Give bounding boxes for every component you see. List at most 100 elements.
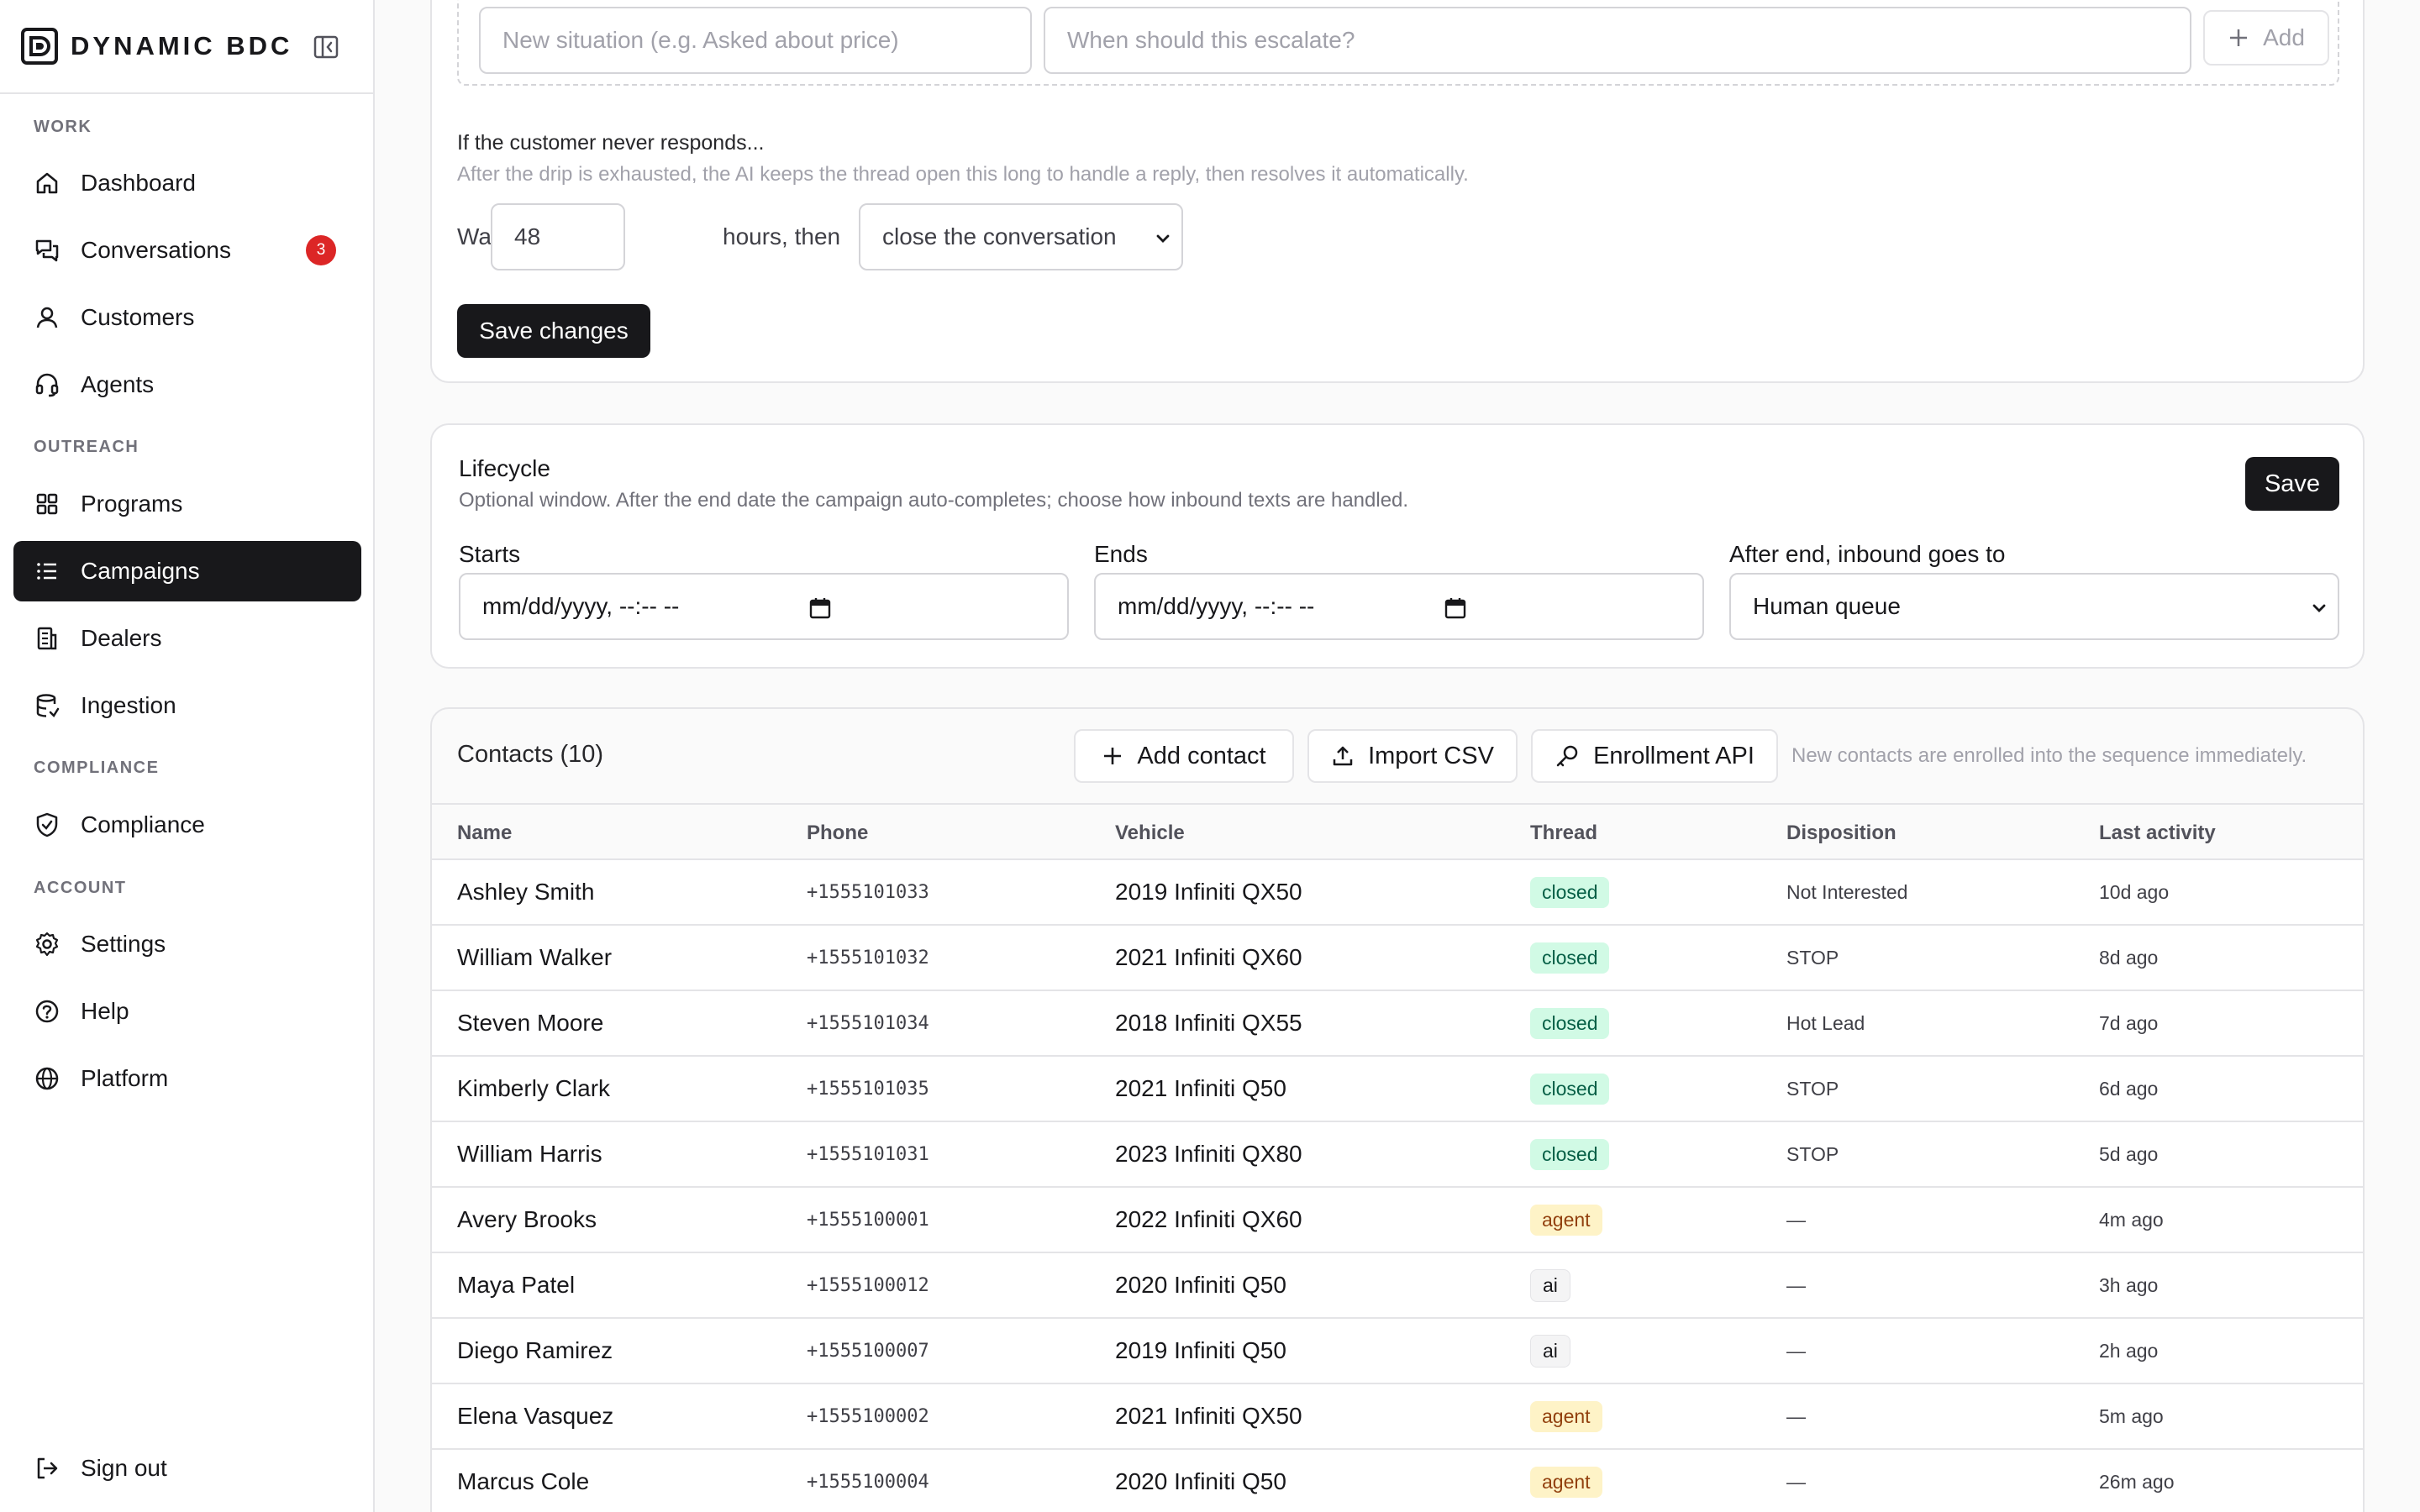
home-icon bbox=[36, 172, 58, 194]
table-row[interactable]: Marcus Cole +1555100004 2020 Infiniti Q5… bbox=[432, 1448, 2363, 1512]
sidebar-item-customers[interactable]: Customers bbox=[13, 287, 361, 348]
collapse-sidebar-icon[interactable] bbox=[313, 34, 339, 60]
col-header-last-activity[interactable]: Last activity bbox=[2099, 822, 2216, 845]
sign-out-label: Sign out bbox=[81, 1455, 167, 1481]
add-contact-button[interactable]: Add contact bbox=[1074, 729, 1294, 783]
brand[interactable]: DYNAMIC BDC bbox=[20, 25, 292, 67]
contact-vehicle: 2021 Infiniti Q50 bbox=[1115, 1075, 1286, 1101]
table-row[interactable]: William Walker +1555101032 2021 Infiniti… bbox=[432, 924, 2363, 990]
sidebar-item-label: Conversations bbox=[81, 237, 231, 263]
sidebar-item-dealers[interactable]: Dealers bbox=[13, 608, 361, 669]
no-response-title: If the customer never responds... bbox=[457, 131, 765, 155]
contact-name[interactable]: William Walker bbox=[457, 926, 612, 990]
nav-section-compliance: COMPLIANCE bbox=[34, 759, 160, 777]
contact-last-activity: 6d ago bbox=[2099, 1077, 2159, 1100]
situation-input[interactable]: New situation (e.g. Asked about price) bbox=[479, 7, 1032, 74]
after-end-label: After end, inbound goes to bbox=[1729, 541, 2006, 567]
contact-disposition: Hot Lead bbox=[1786, 1011, 1865, 1034]
contact-name[interactable]: William Harris bbox=[457, 1122, 602, 1186]
sidebar-item-settings[interactable]: Settings bbox=[13, 914, 361, 974]
list-icon bbox=[37, 563, 56, 580]
calendar-icon[interactable] bbox=[1444, 596, 1467, 620]
sidebar-item-campaigns[interactable]: Campaigns bbox=[13, 541, 361, 601]
sidebar-item-label: Programs bbox=[81, 491, 183, 517]
contact-phone: +1555101034 bbox=[807, 1012, 929, 1034]
col-header-vehicle[interactable]: Vehicle bbox=[1115, 822, 1185, 845]
contact-vehicle: 2021 Infiniti QX60 bbox=[1115, 944, 1302, 970]
contact-name[interactable]: Ashley Smith bbox=[457, 860, 594, 924]
sidebar-item-compliance[interactable]: Compliance bbox=[13, 795, 361, 855]
nav-section-work: WORK bbox=[34, 118, 92, 136]
col-header-phone[interactable]: Phone bbox=[807, 822, 868, 845]
sidebar-item-platform[interactable]: Platform bbox=[13, 1048, 361, 1109]
sidebar-item-programs[interactable]: Programs bbox=[13, 474, 361, 534]
contact-name[interactable]: Marcus Cole bbox=[457, 1450, 589, 1512]
main-content: New situation (e.g. Asked about price) W… bbox=[375, 0, 2420, 1512]
table-row[interactable]: Kimberly Clark +1555101035 2021 Infiniti… bbox=[432, 1055, 2363, 1121]
escalate-when-placeholder: When should this escalate? bbox=[1067, 27, 1355, 53]
table-row[interactable]: William Harris +1555101031 2023 Infiniti… bbox=[432, 1121, 2363, 1186]
table-row[interactable]: Ashley Smith +1555101033 2019 Infiniti Q… bbox=[432, 858, 2363, 924]
sidebar-item-help[interactable]: Help bbox=[13, 981, 361, 1042]
import-csv-button[interactable]: Import CSV bbox=[1307, 729, 1518, 783]
sidebar-item-dashboard[interactable]: Dashboard bbox=[13, 153, 361, 213]
table-row[interactable]: Elena Vasquez +1555100002 2021 Infiniti … bbox=[432, 1383, 2363, 1448]
col-header-name[interactable]: Name bbox=[457, 822, 512, 845]
sidebar-item-label: Agents bbox=[81, 371, 155, 397]
chat-icon bbox=[35, 239, 59, 262]
ends-datetime-input[interactable]: mm/dd/yyyy, --:-- -- bbox=[1094, 573, 1704, 640]
contacts-card: Contacts (10) Add contact Import CSV Enr… bbox=[430, 707, 2365, 1512]
contact-name[interactable]: Elena Vasquez bbox=[457, 1384, 613, 1448]
sidebar-item-agents[interactable]: Agents bbox=[13, 354, 361, 415]
contact-vehicle: 2022 Infiniti QX60 bbox=[1115, 1206, 1302, 1232]
table-row[interactable]: Diego Ramirez +1555100007 2019 Infiniti … bbox=[432, 1317, 2363, 1383]
col-header-disposition[interactable]: Disposition bbox=[1786, 822, 1897, 845]
enrollment-api-button[interactable]: Enrollment API bbox=[1531, 729, 1778, 783]
sidebar-item-conversations[interactable]: Conversations 3 bbox=[13, 220, 361, 281]
contact-disposition: — bbox=[1786, 1273, 1806, 1296]
contact-last-activity: 2h ago bbox=[2099, 1339, 2159, 1362]
contact-phone: +1555101035 bbox=[807, 1078, 929, 1100]
calendar-icon[interactable] bbox=[808, 596, 832, 620]
contact-disposition: Not Interested bbox=[1786, 880, 1908, 903]
sidebar-item-label: Settings bbox=[81, 931, 166, 957]
contact-last-activity: 3h ago bbox=[2099, 1273, 2159, 1296]
contact-vehicle: 2020 Infiniti Q50 bbox=[1115, 1272, 1286, 1298]
contact-last-activity: 10d ago bbox=[2099, 880, 2170, 903]
table-row[interactable]: Steven Moore +1555101034 2018 Infiniti Q… bbox=[432, 990, 2363, 1055]
escalate-when-input[interactable]: When should this escalate? bbox=[1044, 7, 2191, 74]
contact-name[interactable]: Maya Patel bbox=[457, 1253, 575, 1317]
add-rule-button[interactable]: Add bbox=[2203, 10, 2329, 66]
after-end-select[interactable]: Human queue bbox=[1729, 573, 2339, 640]
no-response-action-select[interactable]: close the conversation bbox=[859, 203, 1183, 270]
lifecycle-save-button[interactable]: Save bbox=[2245, 457, 2339, 511]
enrollment-api-label: Enrollment API bbox=[1593, 742, 1754, 769]
contact-name[interactable]: Diego Ramirez bbox=[457, 1319, 613, 1383]
sign-out-button[interactable]: Sign out bbox=[13, 1438, 361, 1499]
contact-phone: +1555100007 bbox=[807, 1340, 929, 1362]
starts-datetime-input[interactable]: mm/dd/yyyy, --:-- -- bbox=[459, 573, 1069, 640]
lifecycle-card: Lifecycle Optional window. After the end… bbox=[430, 423, 2365, 669]
contact-name[interactable]: Kimberly Clark bbox=[457, 1057, 610, 1121]
add-rule-label: Add bbox=[2263, 24, 2305, 50]
wait-hours-input[interactable]: 48 bbox=[491, 203, 625, 270]
save-changes-button[interactable]: Save changes bbox=[457, 304, 650, 358]
no-response-action-value: close the conversation bbox=[882, 223, 1117, 249]
chevron-down-icon bbox=[2312, 604, 2326, 612]
enrollment-note: New contacts are enrolled into the seque… bbox=[1791, 744, 2307, 767]
nav-section-account: ACCOUNT bbox=[34, 879, 127, 897]
table-row[interactable]: Avery Brooks +1555100001 2022 Infiniti Q… bbox=[432, 1186, 2363, 1252]
sidebar-item-ingestion[interactable]: Ingestion bbox=[13, 675, 361, 736]
table-row[interactable]: Maya Patel +1555100012 2020 Infiniti Q50… bbox=[432, 1252, 2363, 1317]
col-header-thread[interactable]: Thread bbox=[1530, 822, 1597, 845]
contact-disposition: — bbox=[1786, 1339, 1806, 1362]
contact-name[interactable]: Steven Moore bbox=[457, 991, 603, 1055]
contact-name[interactable]: Avery Brooks bbox=[457, 1188, 597, 1252]
thread-status-badge: agent bbox=[1530, 1466, 1602, 1498]
shield-icon bbox=[36, 812, 58, 837]
contact-disposition: — bbox=[1786, 1404, 1806, 1427]
upload-icon bbox=[1333, 746, 1353, 766]
contact-disposition: STOP bbox=[1786, 946, 1839, 969]
hours-then-label: hours, then bbox=[723, 223, 841, 249]
contact-last-activity: 7d ago bbox=[2099, 1011, 2159, 1034]
